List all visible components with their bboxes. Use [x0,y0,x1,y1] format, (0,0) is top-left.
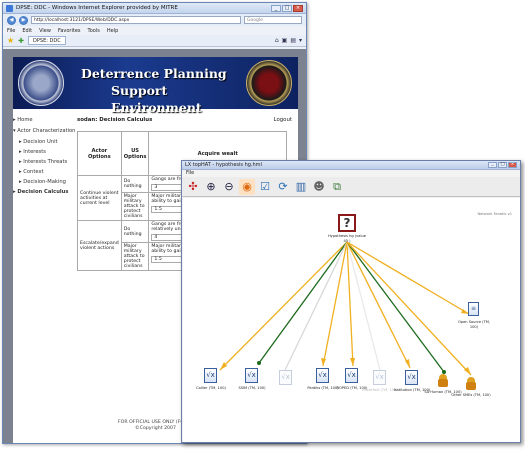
favorites-bar: ★ ✚ DPSE: DDC ⌂ ▣ ▤ ▾ [3,35,306,47]
app-title: Deterrence Planning Support Environment [81,66,227,115]
star-icon[interactable]: ★ [7,36,14,45]
edge-sa-human [346,241,445,373]
hypothesis-label: Hypothesis hg (value 45 ) [327,234,366,243]
search-field[interactable]: Google [244,16,302,24]
menu-view[interactable]: View [39,28,51,34]
page-title: sodan: Decision Calculus [77,117,153,123]
address-bar: ◀ ▶ http://localhost:3121/DPSE/Web/DDC.a… [3,14,306,26]
node-label: Open Source (TM, 100) [457,320,491,329]
sidebar-item-interests-threats[interactable]: ▸ Interests Threats [13,159,77,165]
print-icon[interactable]: ▤ [290,37,296,44]
close-button[interactable]: × [508,162,517,168]
tophat-menu-file[interactable]: File [182,170,520,177]
forward-icon[interactable]: ▶ [19,15,28,25]
us-option-cell: Major military attack to protect civilia… [120,192,150,221]
sidebar-item-interests[interactable]: ▸ Interests [13,149,77,155]
maximize-button[interactable]: □ [282,4,292,12]
menu-file[interactable]: File [7,28,15,34]
back-icon[interactable]: ◀ [7,15,16,25]
menu-help[interactable]: Help [107,28,118,34]
sidebar-item-decision-unit[interactable]: ▸ Decision Unit [13,139,77,145]
ie-icon [6,4,13,12]
node-label: SSIM (TM, 100) [238,386,266,390]
sqrt-icon[interactable]: √x [405,370,418,385]
col-us-options: US Options [120,131,150,176]
page-menu-icon[interactable]: ▾ [299,37,302,44]
sidebar-item-decision-calculus[interactable]: ▸ Decision Calculus [13,189,77,195]
sidebar-item-decision-making[interactable]: ▸ Decision-Making [13,179,77,185]
open-source-node[interactable]: ≡ [468,302,479,316]
us-option-cell: Do nothing [120,220,150,243]
command-seal-logo [246,60,292,106]
sidebar-item-home[interactable]: ▸ Home [13,117,77,123]
check-icon[interactable]: ☑ [257,179,273,195]
edge-other-smes [346,241,472,376]
url-field[interactable]: http://localhost:3121/DPSE/Web/DDC.aspx [31,16,241,24]
menu-edit[interactable]: Edit [22,28,32,34]
node-label: Collier (TM, 100) [196,386,226,390]
refresh-icon[interactable]: ⟳ [275,179,291,195]
edge-collier [219,241,348,371]
us-option-cell: Major military attack to protect civilia… [120,242,150,271]
sqrt-icon[interactable]: √x [316,368,329,383]
edge-dot [257,361,261,365]
browser-tab[interactable]: DPSE: DDC [28,36,66,45]
document-icon: ≡ [468,302,479,316]
database-icon[interactable]: ▥ [293,179,309,195]
sidebar-item-actor-characterization[interactable]: ▾ Actor Characterization [13,128,77,134]
sidebar-item-context[interactable]: ▸ Context [13,169,77,175]
actor-option-cell: Escalate/expand violent actions [77,220,122,271]
zoom-in-icon[interactable]: ⊕ [203,179,219,195]
minimize-button[interactable]: _ [488,162,497,168]
sidebar-nav: ▸ Home ▾ Actor Characterization ▸ Decisi… [13,117,77,200]
node-label: Other SMEs (TM, 100) [451,393,491,397]
browser-title-bar: DPSE: DDC - Windows Internet Explorer pr… [3,3,306,14]
app-banner: Deterrence Planning Support Environment [13,57,298,115]
defense-seal-logo [18,60,64,106]
sqrt-icon[interactable]: √x [279,370,292,385]
network-canvas[interactable]: Network Fanatic v1 ? Hypothesis hg (valu… [183,198,520,442]
tophat-title: LX topHAT - hypothesis hg.hml [185,162,262,168]
us-option-cell: Do nothing [120,175,150,193]
target-icon[interactable]: ◉ [239,178,255,195]
close-button[interactable]: × [293,4,303,12]
tophat-window: LX topHAT - hypothesis hg.hml _ □ × File… [181,160,521,443]
col-actor-options: Actor Options [77,131,122,176]
zoom-out-icon[interactable]: ⊖ [221,179,237,195]
edge-arrow [321,358,326,366]
sqrt-icon[interactable]: √x [373,370,386,385]
export-icon[interactable]: ⧉ [329,179,345,195]
question-icon: ? [338,214,356,232]
people-icon[interactable]: ☻ [311,179,327,195]
edge-ssim [258,241,348,364]
feeds-icon[interactable]: ▣ [282,37,288,44]
browser-title: DPSE: DDC - Windows Internet Explorer pr… [16,5,178,11]
edge-pardiks [322,241,348,367]
person-icon[interactable] [466,377,476,390]
add-favorite-icon[interactable]: ✚ [18,37,24,45]
menu-tools[interactable]: Tools [88,28,100,34]
tophat-toolbar: ✣ ⊕ ⊖ ◉ ☑ ⟳ ▥ ☻ ⧉ [182,177,520,197]
maximize-button[interactable]: □ [498,162,507,168]
menu-favorites[interactable]: Favorites [58,28,81,34]
actor-option-cell: Continue violent activities at current l… [77,175,122,221]
menu-bar: File Edit View Favorites Tools Help [3,26,306,35]
network-icon[interactable]: ✣ [185,179,201,195]
minimize-button[interactable]: _ [271,4,281,12]
person-icon[interactable] [438,374,448,387]
tophat-title-bar: LX topHAT - hypothesis hg.hml _ □ × [182,161,520,170]
edge-faded [284,241,348,371]
sqrt-icon[interactable]: √x [345,368,358,383]
sqrt-icon[interactable]: √x [245,368,258,383]
logout-link[interactable]: Logout [274,117,292,123]
home-icon[interactable]: ⌂ [275,37,279,44]
hypothesis-node[interactable]: ? [338,214,356,232]
sqrt-icon[interactable]: √x [204,368,217,383]
